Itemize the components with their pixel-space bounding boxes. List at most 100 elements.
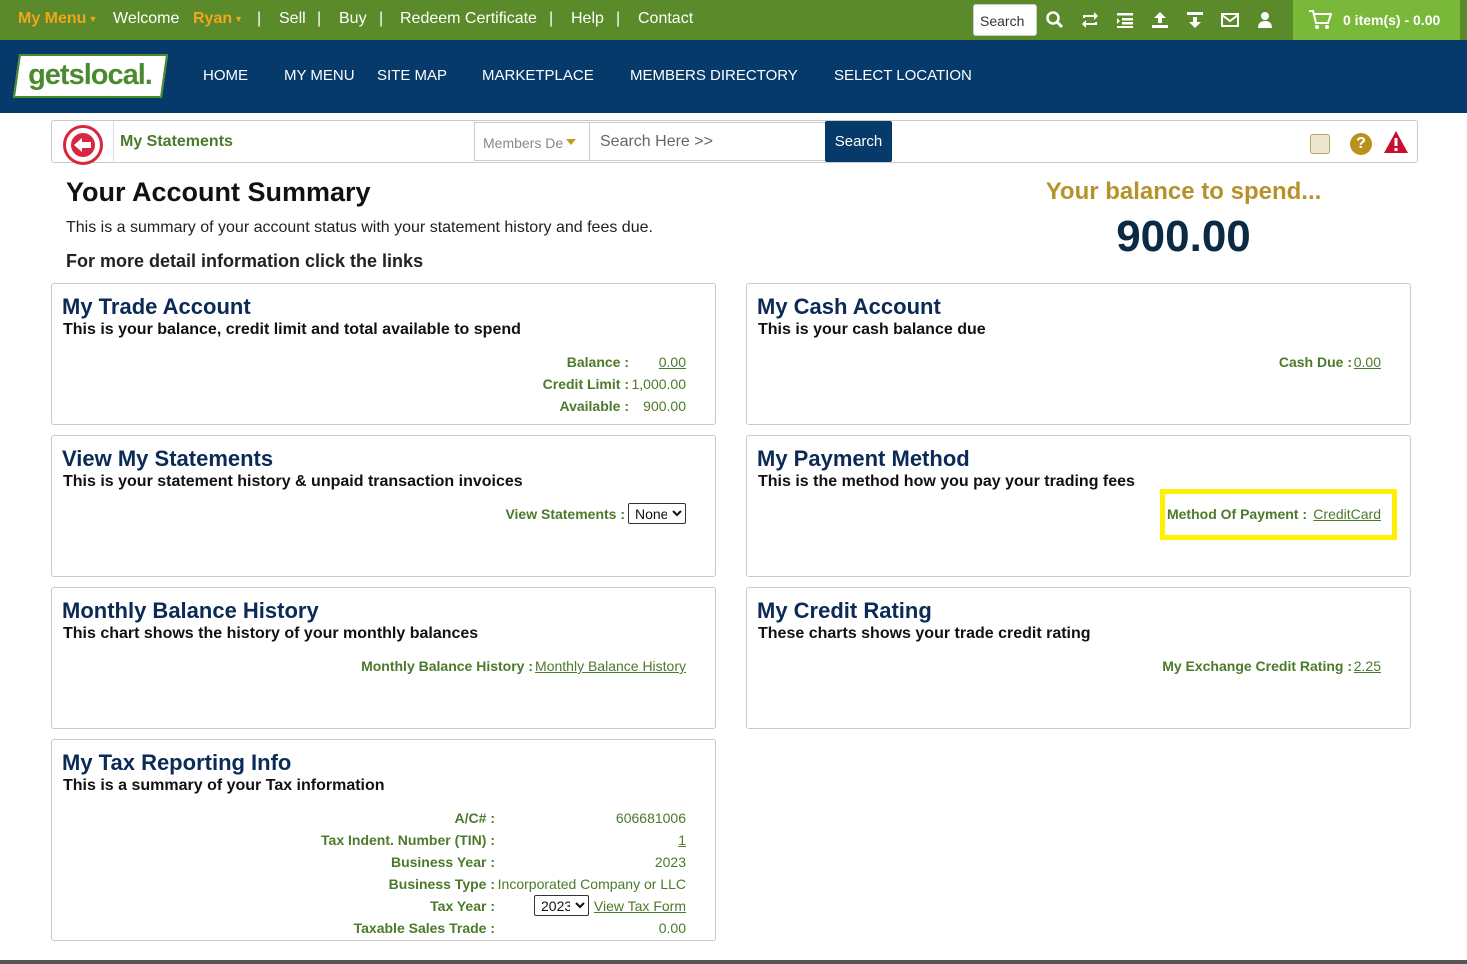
tax-year-label: Tax Year : bbox=[430, 898, 495, 914]
cart-button[interactable]: 0 item(s) - 0.00 bbox=[1293, 0, 1460, 40]
summary-title: Your Account Summary bbox=[66, 177, 371, 207]
monthly-balance-panel: Monthly Balance History This chart shows… bbox=[51, 587, 716, 729]
credit-limit-label: Credit Limit : bbox=[542, 376, 629, 392]
getslocal-logo[interactable]: getslocal. bbox=[12, 54, 169, 98]
tin-link[interactable]: 1 bbox=[678, 832, 686, 848]
panel-title: My Credit Rating bbox=[757, 598, 932, 623]
main-nav: getslocal. HOME MY MENU SITE MAP MARKETP… bbox=[0, 40, 1467, 113]
my-menu-dropdown[interactable]: My Menu ▼ bbox=[18, 10, 97, 28]
balance-label: Your balance to spend... bbox=[1045, 178, 1322, 205]
contact-link[interactable]: Contact bbox=[638, 10, 693, 28]
panel-subtitle: This chart shows the history of your mon… bbox=[63, 625, 479, 642]
welcome-text: Welcome bbox=[113, 10, 180, 27]
nav-members-directory[interactable]: MEMBERS DIRECTORY bbox=[630, 67, 798, 84]
cash-account-panel: My Cash Account This is your cash balanc… bbox=[746, 283, 1411, 425]
balance-value: 900.00 bbox=[1116, 212, 1251, 261]
panel-subtitle: This is your statement history & unpaid … bbox=[63, 473, 523, 490]
business-year-label: Business Year : bbox=[390, 854, 495, 870]
highlight-box bbox=[1160, 489, 1397, 540]
business-year-value: 2023 bbox=[654, 854, 686, 870]
view-statements-label: View Statements : bbox=[505, 506, 625, 522]
statements-panel: View My Statements This is your statemen… bbox=[51, 435, 716, 577]
separator: | bbox=[616, 10, 621, 27]
taxable-sales-label: Taxable Sales Trade : bbox=[353, 920, 495, 936]
bottom-border bbox=[0, 960, 1467, 964]
statements-select[interactable]: None bbox=[628, 503, 686, 524]
help-link[interactable]: Help bbox=[571, 10, 604, 28]
nav-site-map[interactable]: SITE MAP bbox=[377, 67, 447, 84]
business-type-label: Business Type : bbox=[388, 876, 495, 892]
available-label: Available : bbox=[559, 398, 629, 414]
user-icon[interactable] bbox=[1255, 10, 1275, 30]
page-title: My Statements bbox=[120, 133, 233, 150]
separator: | bbox=[317, 10, 322, 27]
toggle-checkbox[interactable] bbox=[1310, 134, 1330, 154]
available-value: 900.00 bbox=[643, 398, 686, 414]
search-button[interactable]: Search bbox=[825, 121, 892, 162]
balance-link[interactable]: 0.00 bbox=[659, 354, 686, 370]
buy-link[interactable]: Buy bbox=[339, 10, 367, 28]
back-button[interactable] bbox=[63, 125, 103, 165]
tax-year-select[interactable]: 2023 bbox=[534, 895, 589, 916]
credit-rating-label: My Exchange Credit Rating : bbox=[1162, 658, 1352, 674]
business-type-value: Incorporated Company or LLC bbox=[497, 876, 686, 892]
view-tax-form-link[interactable]: View Tax Form bbox=[594, 898, 686, 914]
statements-bar: My Statements Members De Search Here >> … bbox=[51, 120, 1418, 165]
tin-label: Tax Indent. Number (TIN) : bbox=[321, 832, 495, 848]
top-search-input[interactable]: Search bbox=[973, 4, 1037, 36]
list-icon[interactable] bbox=[1115, 10, 1135, 30]
separator: | bbox=[257, 10, 262, 27]
summary-detail: For more detail information click the li… bbox=[66, 251, 424, 271]
panel-subtitle: This is the method how you pay your trad… bbox=[758, 473, 1135, 490]
monthly-balance-link[interactable]: Monthly Balance History bbox=[535, 658, 686, 674]
nav-home[interactable]: HOME bbox=[203, 67, 248, 84]
arrow-left-icon bbox=[71, 133, 95, 157]
credit-rating-panel: My Credit Rating These charts shows your… bbox=[746, 587, 1411, 729]
nav-select-location[interactable]: SELECT LOCATION bbox=[834, 67, 972, 84]
tax-info-panel: My Tax Reporting Info This is a summary … bbox=[51, 739, 716, 941]
divider bbox=[113, 121, 114, 162]
logo-text: getslocal. bbox=[28, 59, 152, 91]
balance-label: Balance : bbox=[566, 354, 629, 370]
summary-subtitle: This is a summary of your account status… bbox=[66, 219, 653, 236]
upload-icon[interactable] bbox=[1150, 10, 1170, 30]
nav-marketplace[interactable]: MARKETPLACE bbox=[482, 67, 594, 84]
panel-subtitle: This is your cash balance due bbox=[758, 321, 986, 338]
sell-link[interactable]: Sell bbox=[279, 10, 306, 28]
credit-rating-link[interactable]: 2.25 bbox=[1354, 658, 1381, 674]
search-category-select[interactable]: Members De bbox=[474, 122, 590, 161]
warning-icon[interactable] bbox=[1383, 130, 1409, 154]
help-icon[interactable]: ? bbox=[1350, 133, 1372, 155]
exchange-icon[interactable] bbox=[1080, 10, 1100, 30]
panel-title: My Payment Method bbox=[757, 446, 970, 471]
basket-icon bbox=[1309, 10, 1332, 29]
top-bar: My Menu ▼ Welcome Ryan ▼ | Sell | Buy | Re… bbox=[0, 0, 1467, 40]
cash-due-link[interactable]: 0.00 bbox=[1354, 354, 1381, 370]
panel-title: Monthly Balance History bbox=[62, 598, 319, 623]
separator: | bbox=[379, 10, 384, 27]
panel-title: View My Statements bbox=[62, 446, 274, 471]
panel-subtitle: This is your balance, credit limit and t… bbox=[63, 321, 521, 338]
monthly-balance-label: Monthly Balance History : bbox=[361, 658, 533, 674]
ac-label: A/C# : bbox=[454, 810, 495, 826]
panel-title: My Trade Account bbox=[62, 294, 251, 319]
cash-due-label: Cash Due : bbox=[1278, 354, 1352, 370]
panel-subtitle: This is a summary of your Tax informatio… bbox=[63, 777, 385, 794]
taxable-sales-value: 0.00 bbox=[658, 920, 686, 936]
mail-icon[interactable] bbox=[1220, 10, 1240, 30]
search-input[interactable]: Search Here >> bbox=[589, 122, 826, 161]
download-icon[interactable] bbox=[1185, 10, 1205, 30]
ac-value: 606681006 bbox=[615, 810, 686, 826]
redeem-certificate-link[interactable]: Redeem Certificate bbox=[400, 10, 537, 28]
nav-my-menu[interactable]: MY MENU bbox=[284, 67, 355, 84]
panel-subtitle: These charts shows your trade credit rat… bbox=[758, 625, 1091, 642]
chevron-down-icon bbox=[566, 139, 576, 145]
cart-summary: 0 item(s) - 0.00 bbox=[1343, 12, 1441, 28]
trade-account-panel: My Trade Account This is your balance, c… bbox=[51, 283, 716, 425]
user-dropdown[interactable]: Ryan ▼ bbox=[193, 10, 243, 28]
search-icon[interactable] bbox=[1045, 10, 1065, 30]
panel-title: My Cash Account bbox=[757, 294, 941, 319]
panel-title: My Tax Reporting Info bbox=[62, 750, 292, 775]
credit-limit-value: 1,000.00 bbox=[631, 376, 687, 392]
separator: | bbox=[549, 10, 554, 27]
